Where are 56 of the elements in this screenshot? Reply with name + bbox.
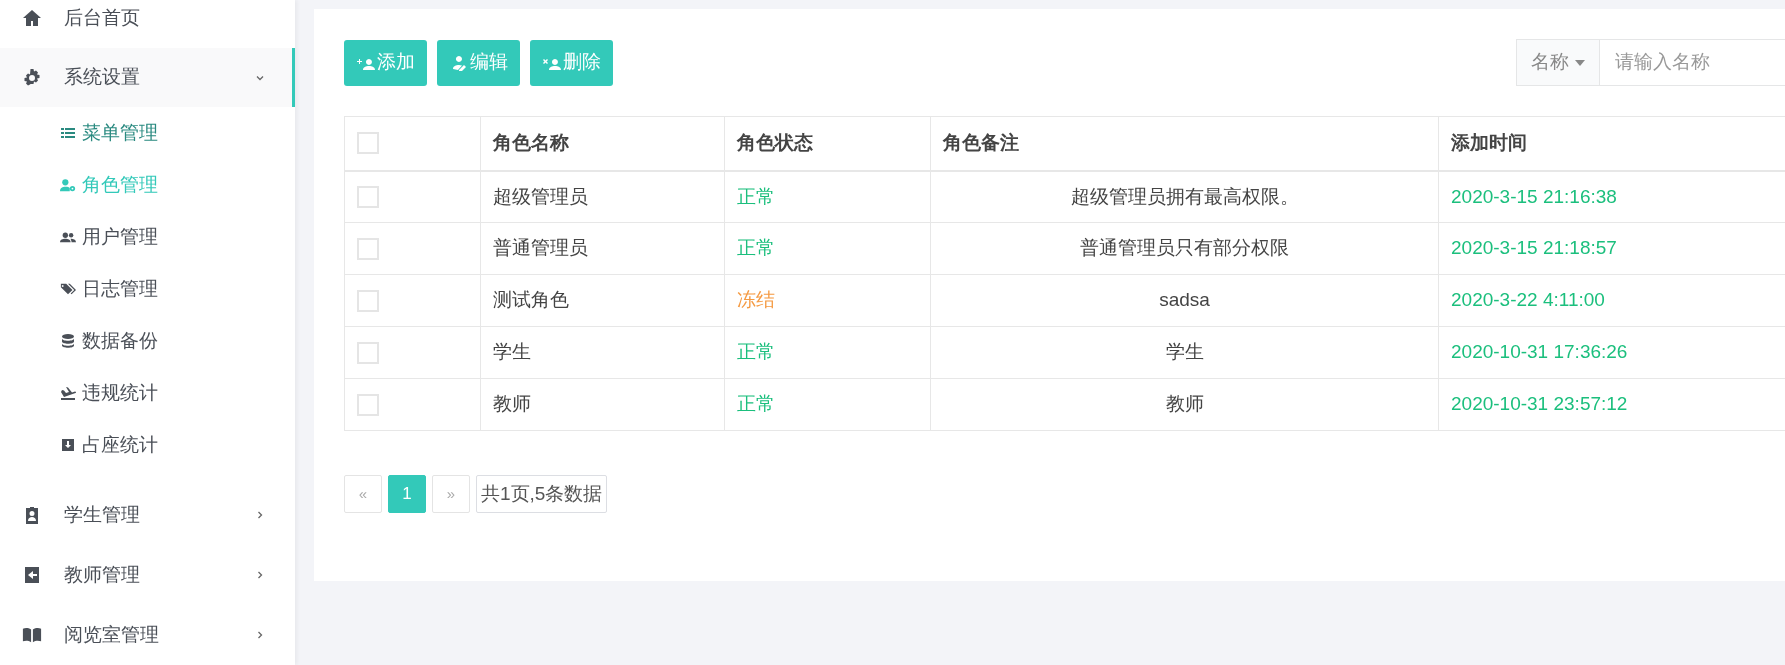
plane-landing-icon xyxy=(60,385,76,401)
page-info: 共1页,5条数据 xyxy=(476,475,608,513)
user-gear-icon xyxy=(60,177,76,193)
caret-icon xyxy=(1575,59,1585,66)
table-cell: 教师 xyxy=(480,378,725,431)
sidebar-subitem[interactable]: 用户管理 xyxy=(0,211,295,263)
column-header: 添加时间 xyxy=(1438,116,1785,171)
table-cell: 教师 xyxy=(930,378,1439,431)
sidebar-subitem[interactable]: 占座统计 xyxy=(0,419,295,471)
status-text: 正常 xyxy=(724,170,931,223)
column-header: 角色名称 xyxy=(480,116,725,171)
select-all-checkbox[interactable] xyxy=(357,132,379,155)
chevron-right-icon xyxy=(255,570,265,580)
sidebar-item-label: 学生管理 xyxy=(64,502,140,527)
row-checkbox[interactable] xyxy=(357,341,379,364)
sidebar-item-label: 阅览室管理 xyxy=(64,622,159,647)
status-text: 冻结 xyxy=(724,274,931,327)
table-cell: 超级管理员 xyxy=(480,170,725,223)
table-cell: 学生 xyxy=(930,326,1439,379)
search-field[interactable]: 名称 请输入名称 xyxy=(1516,39,1785,86)
database-icon xyxy=(60,333,76,349)
column-header: 角色状态 xyxy=(724,116,931,171)
table-cell: 普通管理员只有部分权限 xyxy=(930,222,1439,275)
sidebar-subitem[interactable]: 菜单管理 xyxy=(0,107,295,159)
search-field-dropdown[interactable]: 名称 xyxy=(1517,40,1600,85)
row-checkbox[interactable] xyxy=(357,237,379,260)
chevron-right-icon xyxy=(255,510,265,520)
sidebar-item-label: 系统设置 xyxy=(64,65,140,90)
sidebar-item[interactable]: 学生管理 xyxy=(0,485,295,545)
book-icon xyxy=(22,625,42,645)
sidebar-item[interactable]: 教师管理 xyxy=(0,545,295,605)
chevron-right-icon xyxy=(255,630,265,640)
sidebar-subitem[interactable]: 日志管理 xyxy=(0,263,295,315)
column-header: 角色备注 xyxy=(930,116,1439,171)
sidebar-item[interactable]: 阅览室管理 xyxy=(0,605,295,665)
row-checkbox[interactable] xyxy=(357,393,379,416)
sidebar-subitem[interactable]: 违规统计 xyxy=(0,367,295,419)
list-icon xyxy=(60,125,76,141)
status-text: 正常 xyxy=(724,222,931,275)
table-cell: 测试角色 xyxy=(480,274,725,327)
table-cell: 学生 xyxy=(480,326,725,379)
settings-icon xyxy=(22,67,42,88)
sidebar-item[interactable]: 系统设置 xyxy=(0,48,295,107)
row-checkbox[interactable] xyxy=(357,185,379,208)
table-cell: 超级管理员拥有最高权限。 xyxy=(930,170,1439,223)
sidebar-item[interactable]: 后台首页 xyxy=(0,0,295,48)
tags-icon xyxy=(60,281,76,297)
home-icon xyxy=(22,8,42,28)
sidebar-item-label: 教师管理 xyxy=(64,562,140,587)
status-text: 正常 xyxy=(724,326,931,379)
sidebar-item-label: 后台首页 xyxy=(64,5,140,30)
sidebar-subitem[interactable]: 数据备份 xyxy=(0,315,295,367)
table-cell: sadsa xyxy=(930,274,1439,327)
table-cell: 普通管理员 xyxy=(480,222,725,275)
row-checkbox[interactable] xyxy=(357,289,379,312)
status-text: 正常 xyxy=(724,378,931,431)
